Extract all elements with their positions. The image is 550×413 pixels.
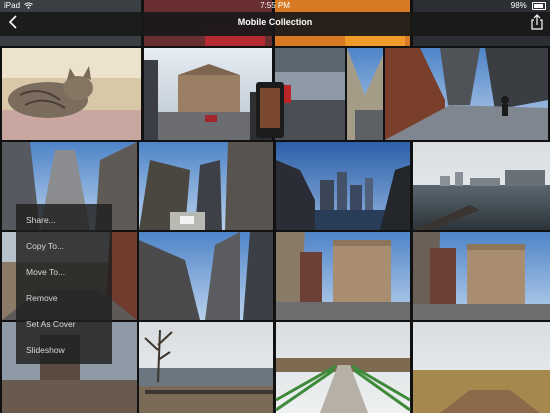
photo-corner-building-2-tile[interactable] (413, 232, 550, 320)
photo-street-buildings-tile[interactable] (276, 232, 410, 320)
context-menu: Share... Copy To... Move To... Remove Se… (16, 204, 112, 364)
clock: 7:55 PM (260, 1, 290, 10)
menu-item-share[interactable]: Share... (26, 210, 56, 230)
menu-item-remove[interactable]: Remove (26, 288, 58, 308)
share-icon (531, 14, 543, 30)
battery-icon (532, 1, 546, 10)
photo-green-bridge-tile[interactable] (275, 322, 411, 413)
menu-item-copy-to[interactable]: Copy To... (26, 236, 64, 256)
photo-glass-towers-up-tile[interactable] (139, 232, 273, 320)
photo-plaza-building-tile[interactable] (144, 48, 272, 140)
photo-glass-towers-tile[interactable] (139, 142, 273, 230)
photo-tower-walkway-tile[interactable] (385, 48, 548, 140)
status-bar: iPad 7:55 PM 98% (0, 0, 550, 12)
share-button[interactable] (530, 14, 544, 30)
menu-item-move-to[interactable]: Move To... (26, 262, 65, 282)
photo-waterfront-skyline-tile[interactable] (413, 142, 550, 230)
battery-percent: 98% (510, 1, 527, 10)
menu-item-slideshow[interactable]: Slideshow (26, 340, 65, 360)
page-title: Mobile Collection (237, 17, 313, 27)
photo-skyscrapers-low-angle-tile[interactable] (347, 48, 383, 140)
photo-boardwalk-marsh-tile[interactable] (413, 322, 550, 413)
photo-city-skyline-tile[interactable] (276, 142, 410, 230)
menu-item-set-as-cover[interactable]: Set As Cover (26, 314, 76, 334)
photo-cat-tile[interactable] (2, 48, 141, 140)
photo-bare-tree-waterfront-tile[interactable] (139, 322, 273, 413)
nav-bar: Mobile Collection (0, 12, 550, 36)
